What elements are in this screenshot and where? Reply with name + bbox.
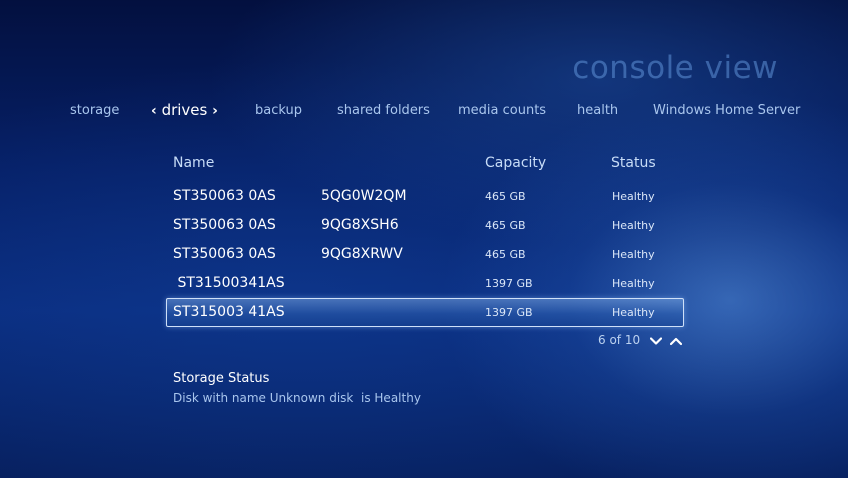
table-row[interactable]: ST350063 0AS 5QG0W2QM 465 GB Healthy [166,183,682,210]
tab-drives[interactable]: ‹ drives › [151,101,218,119]
tab-bar: storage ‹ drives › backup shared folders… [0,101,848,123]
drive-capacity: 1397 GB [485,277,533,290]
drive-serial: 9QG8XRWV [321,246,403,262]
storage-status-text: Disk with name Unknown disk is Healthy [173,391,421,405]
tab-drives-label: drives [161,101,208,119]
table-row-selected[interactable]: ST315003 41AS 1397 GB Healthy [166,298,684,327]
tab-storage[interactable]: storage [70,103,119,118]
drive-capacity: 465 GB [485,248,526,261]
drive-name: ST315003 41AS [173,304,285,320]
chevron-left-icon[interactable]: ‹ [151,103,157,119]
drive-status: Healthy [612,219,655,232]
drive-serial: 9QG8XSH6 [321,217,399,233]
table-row[interactable]: ST350063 0AS 9QG8XSH6 465 GB Healthy [166,212,682,239]
tab-media-counts[interactable]: media counts [458,103,546,118]
tab-backup[interactable]: backup [255,103,302,118]
storage-status-title: Storage Status [173,371,270,386]
column-header-status: Status [611,155,656,171]
drive-capacity: 465 GB [485,219,526,232]
tab-shared-folders[interactable]: shared folders [337,103,430,118]
tab-health[interactable]: health [577,103,618,118]
drive-name: ST31500341AS [173,275,285,291]
tab-windows-home-server[interactable]: Windows Home Server [653,103,800,118]
console-view-title: console view [572,50,778,86]
pager: 6 of 10 [598,333,682,349]
drive-name: ST350063 0AS [173,246,276,262]
drive-name: ST350063 0AS [173,188,276,204]
chevron-down-icon[interactable] [649,335,663,349]
drive-status: Healthy [612,277,655,290]
chevron-right-icon[interactable]: › [212,103,218,119]
table-row[interactable]: ST31500341AS 1397 GB Healthy [166,270,682,297]
column-header-capacity: Capacity [485,155,547,171]
drive-serial: 5QG0W2QM [321,188,407,204]
page-indicator: 6 of 10 [598,333,641,347]
drive-status: Healthy [612,190,655,203]
chevron-up-icon[interactable] [669,335,682,349]
drive-capacity: 1397 GB [485,306,533,319]
drive-name: ST350063 0AS [173,217,276,233]
drive-capacity: 465 GB [485,190,526,203]
drive-status: Healthy [612,248,655,261]
drive-status: Healthy [612,306,655,319]
column-header-name: Name [173,155,215,171]
table-row[interactable]: ST350063 0AS 9QG8XRWV 465 GB Healthy [166,241,682,268]
